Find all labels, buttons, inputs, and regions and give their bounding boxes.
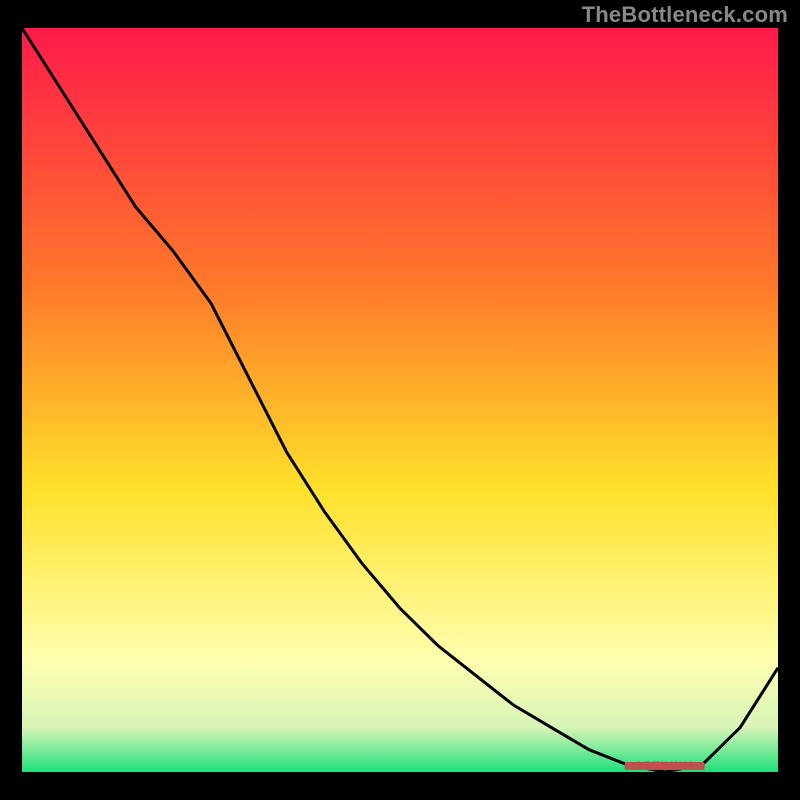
optimum-label: OPTIMUM bbox=[635, 760, 694, 772]
watermark-text: TheBottleneck.com bbox=[582, 2, 788, 28]
curve-layer bbox=[22, 28, 778, 772]
plot-area: OPTIMUM bbox=[22, 28, 778, 772]
chart-container: TheBottleneck.com OPTIMUM bbox=[0, 0, 800, 800]
bottleneck-curve bbox=[22, 28, 778, 772]
